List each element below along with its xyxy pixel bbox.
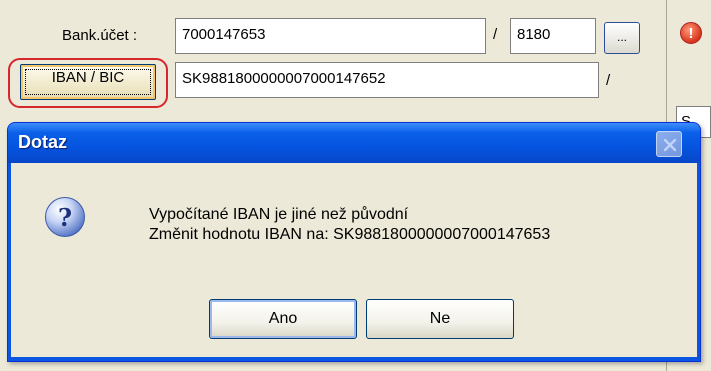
account-separator: /: [493, 26, 498, 43]
iban-input[interactable]: SK9881800000007000147652: [175, 62, 599, 98]
close-button[interactable]: [656, 131, 682, 157]
yes-button[interactable]: Ano: [209, 299, 357, 339]
no-button[interactable]: Ne: [366, 299, 514, 339]
question-icon: ?: [45, 197, 85, 237]
iban-bic-button-label: IBAN / BIC: [51, 69, 125, 86]
error-icon[interactable]: !: [680, 22, 702, 44]
dialog-body: ? Vypočítané IBAN je jiné než původní Zm…: [11, 163, 697, 357]
bank-account-input[interactable]: 7000147653: [175, 18, 486, 54]
iban-separator: /: [606, 72, 611, 89]
iban-bic-button[interactable]: IBAN / BIC: [20, 64, 156, 100]
dialog-titlebar[interactable]: Dotaz: [8, 123, 700, 163]
dialog-message-line-2: Změnit hodnotu IBAN na: SK98818000000070…: [149, 226, 551, 243]
close-icon: [663, 138, 677, 152]
bank-code-input[interactable]: 8180: [510, 18, 596, 54]
dialog-message-line-1: Vypočítané IBAN je jiné než původní: [149, 206, 409, 223]
browse-button[interactable]: ...: [604, 22, 640, 54]
dialog-title: Dotaz: [18, 132, 67, 152]
bank-account-label: Bank.účet :: [62, 27, 138, 44]
question-dialog: Dotaz ? Vypočítané IBAN je jiné než půvo…: [7, 122, 701, 362]
